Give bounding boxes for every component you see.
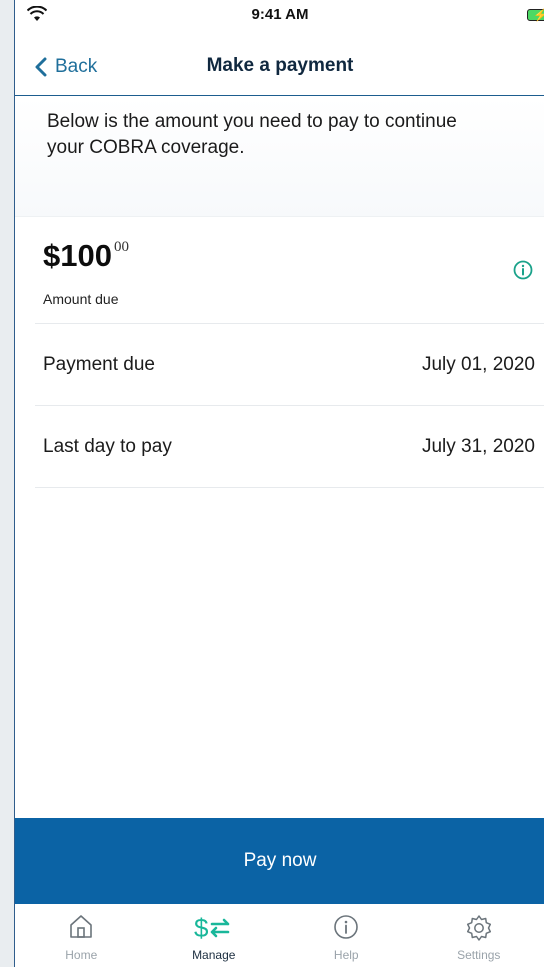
battery-icon: ⚡	[527, 7, 544, 23]
amount-due-label: Amount due	[43, 291, 119, 307]
amount-due-section: $100 00 Amount due	[35, 218, 544, 324]
intro-text: Below is the amount you need to pay to c…	[47, 111, 457, 158]
payment-due-date: July 01, 2020	[421, 354, 535, 375]
tab-home-label: Home	[65, 948, 98, 962]
back-label: Back	[55, 56, 98, 77]
tab-help-label: Help	[333, 948, 359, 962]
payment-due-label: Payment due	[43, 354, 155, 375]
phone-screen: 9:41 AM ⚡ Back Make a payment Below is t…	[14, 0, 544, 967]
navigation-bar: Back Make a payment	[15, 40, 544, 96]
amount-cents: 00	[113, 239, 129, 255]
tab-settings-label: Settings	[457, 948, 501, 962]
chevron-left-icon	[35, 57, 47, 77]
tab-manage-label: Manage	[192, 948, 236, 962]
charging-bolt-icon: ⚡	[533, 7, 544, 23]
last-day-to-pay-date: July 31, 2020	[421, 436, 535, 457]
svg-text:$: $	[194, 914, 209, 942]
last-day-to-pay-label: Last day to pay	[43, 436, 172, 457]
tab-manage[interactable]: $ Manage	[148, 904, 281, 967]
payment-due-row: Payment due July 01, 2020	[35, 324, 544, 406]
tab-home[interactable]: Home	[15, 904, 148, 967]
tab-help[interactable]: Help	[280, 904, 413, 967]
home-icon	[70, 915, 93, 938]
amount-dollars: $100	[43, 238, 112, 273]
manage-dollar-icon: $	[194, 914, 230, 942]
status-time: 9:41 AM	[251, 6, 309, 23]
intro-section: Below is the amount you need to pay to c…	[15, 97, 544, 217]
info-circle-icon	[334, 915, 359, 939]
amount-value: $100 00	[43, 238, 129, 274]
tab-bar: Home $ Manage Help Settings	[15, 904, 544, 967]
pay-now-button[interactable]: Pay now	[15, 818, 544, 904]
last-day-to-pay-row: Last day to pay July 31, 2020	[35, 406, 544, 488]
status-bar: 9:41 AM ⚡	[15, 0, 544, 40]
back-button[interactable]: Back	[35, 52, 97, 82]
tab-settings[interactable]: Settings	[413, 904, 544, 967]
info-icon[interactable]	[513, 260, 533, 280]
gear-icon	[466, 915, 491, 941]
